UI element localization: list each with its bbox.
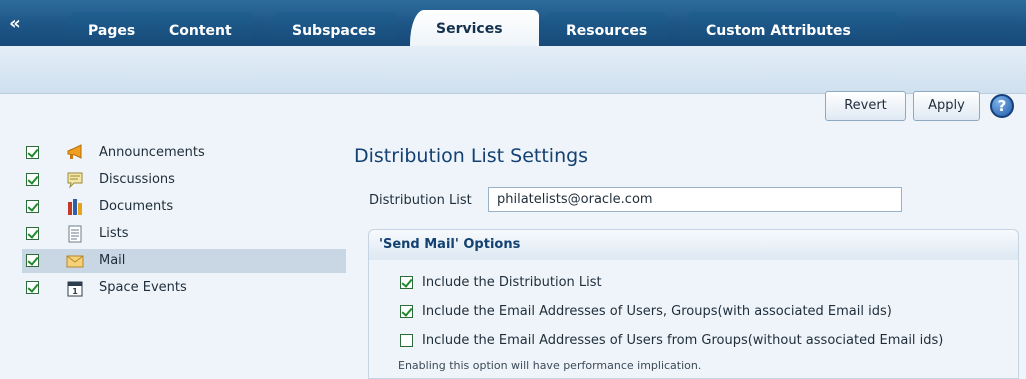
option-checkbox[interactable] [400,276,413,289]
tab-pages[interactable]: Pages [62,12,156,46]
tab-custom-attributes[interactable]: Custom Attributes [680,12,899,46]
service-label: Announcements [99,145,205,160]
tab-resources[interactable]: Resources [540,12,668,46]
tab-content[interactable]: Content [143,12,252,46]
speech-bubble-icon [67,172,83,189]
list-icon [68,225,82,243]
option-label: Include the Email Addresses of Users fro… [422,333,944,348]
books-icon [68,199,82,215]
service-checkbox-announcements[interactable] [26,146,39,159]
tab-subspaces[interactable]: Subspaces [266,12,396,46]
service-checkbox-lists[interactable] [26,227,39,240]
send-mail-options-header: 'Send Mail' Options [369,230,1018,260]
service-label: Lists [99,226,129,241]
collapse-panel-icon[interactable]: « [4,12,26,36]
distribution-list-input[interactable] [488,187,902,212]
help-icon[interactable]: ? [990,94,1014,118]
service-checkbox-mail[interactable] [26,254,39,267]
option-label: Include the Email Addresses of Users, Gr… [422,304,892,319]
send-mail-options-title: 'Send Mail' Options [379,237,521,252]
tab-bar: « Pages Content Subspaces Services Resou… [0,0,1026,46]
service-label: Documents [99,199,174,214]
distribution-list-label: Distribution List [369,193,472,208]
service-item-mail[interactable]: Mail [22,249,346,273]
section-title: Distribution List Settings [354,145,589,167]
revert-button[interactable]: Revert [825,91,906,121]
service-item-announcements[interactable]: Announcements [22,141,346,165]
calendar-icon: 1 [67,281,83,297]
svg-text:1: 1 [72,287,78,296]
service-label: Space Events [99,280,187,295]
option-checkbox[interactable] [400,334,413,347]
apply-button[interactable]: Apply [913,91,980,121]
service-item-lists[interactable]: Lists [22,222,346,246]
option-checkbox[interactable] [400,305,413,318]
service-checkbox-discussions[interactable] [26,173,39,186]
tab-services[interactable]: Services [410,10,539,46]
option-label: Include the Distribution List [422,275,602,290]
service-item-space-events[interactable]: 1 Space Events [22,276,346,300]
envelope-icon [66,255,84,268]
service-label: Discussions [99,172,175,187]
sub-header-strip [0,46,1026,94]
service-checkbox-space-events[interactable] [26,281,39,294]
service-item-documents[interactable]: Documents [22,195,346,219]
service-label: Mail [99,253,126,268]
service-item-discussions[interactable]: Discussions [22,168,346,192]
service-checkbox-documents[interactable] [26,200,39,213]
performance-note: Enabling this option will have performan… [398,359,702,372]
megaphone-icon [67,144,82,159]
